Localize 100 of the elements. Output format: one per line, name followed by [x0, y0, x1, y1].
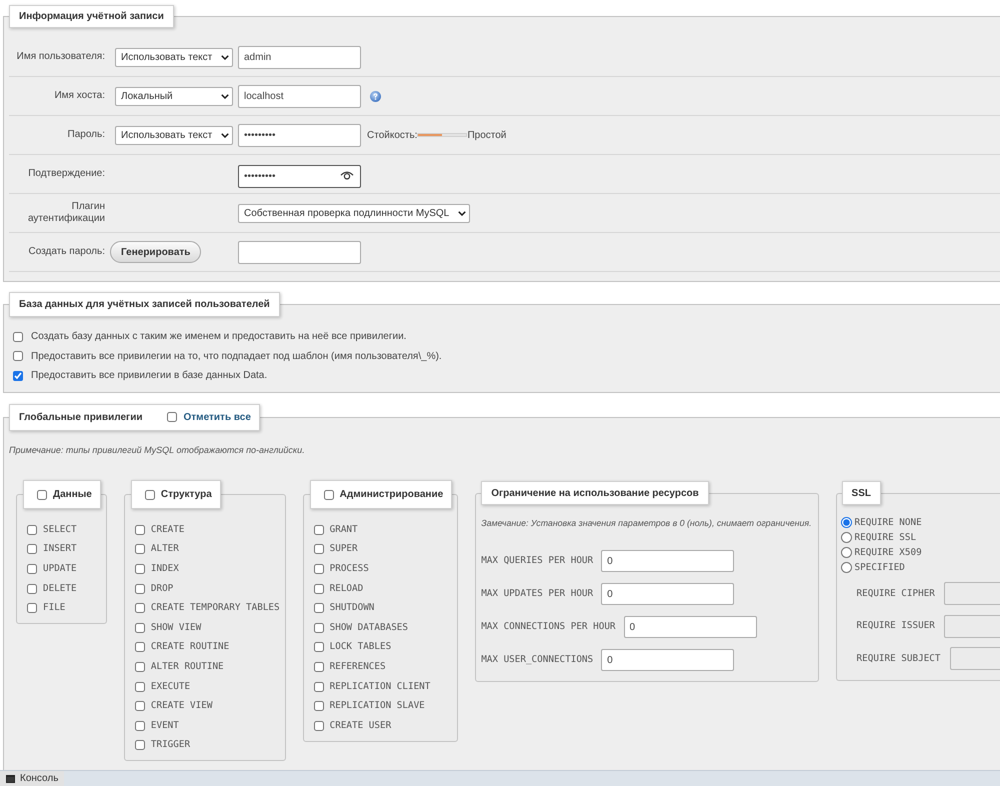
- privilege-label: CREATE VIEW: [150, 699, 212, 714]
- privilege-label: RELOAD: [330, 582, 364, 596]
- checkbox[interactable]: [134, 603, 145, 614]
- checkbox[interactable]: [27, 524, 37, 535]
- checkbox[interactable]: [134, 662, 145, 672]
- limit-field[interactable]: 0: [601, 583, 734, 606]
- field-label: Создать пароль:: [28, 246, 105, 258]
- checkbox[interactable]: [314, 720, 324, 731]
- checkbox[interactable]: [134, 544, 145, 554]
- limit-label: MAX CONNECTIONS PER HOUR: [481, 620, 616, 634]
- radio-label: REQUIRE NONE: [854, 516, 922, 530]
- checkbox[interactable]: [314, 642, 324, 652]
- checkbox[interactable]: [314, 622, 324, 633]
- text-field[interactable]: admin: [238, 46, 361, 68]
- checkbox[interactable]: [27, 603, 37, 614]
- group-title: Администрирование: [340, 488, 444, 502]
- privilege-label: DELETE: [43, 582, 77, 596]
- option-label: Предоставить все привилегии на то, что подпадает под шаблон (имя пользователя\_%).: [31, 350, 442, 364]
- privilege-label: UPDATE: [43, 562, 77, 576]
- field-label: Имя пользователя:: [16, 51, 105, 63]
- checkbox[interactable]: [166, 412, 176, 422]
- checkbox[interactable]: [324, 490, 334, 500]
- radio-button[interactable]: [840, 562, 852, 573]
- dropdown[interactable]: Использовать текст: [115, 126, 233, 144]
- limit-field[interactable]: 0: [601, 649, 734, 672]
- privilege-label: INDEX: [150, 562, 179, 576]
- privilege-label: REFERENCES: [330, 660, 386, 674]
- group-title: Структура: [160, 488, 212, 502]
- checkbox[interactable]: [314, 524, 324, 535]
- checkbox[interactable]: [27, 564, 37, 574]
- limit-field[interactable]: 0: [601, 550, 734, 572]
- help-icon[interactable]: [370, 90, 381, 102]
- chevron-down-icon: [221, 132, 229, 138]
- section-title: Информация учётной записи: [9, 5, 174, 28]
- generate-button[interactable]: Генерировать: [110, 241, 202, 263]
- privilege-label: ALTER ROUTINE: [150, 660, 224, 674]
- checkbox[interactable]: [314, 603, 324, 614]
- privilege-label: EXECUTE: [150, 680, 190, 694]
- section-title: Ограничение на использование ресурсов: [481, 481, 709, 505]
- checkbox[interactable]: [13, 351, 23, 362]
- checkbox[interactable]: [314, 662, 324, 672]
- ssl-field-label: REQUIRE ISSUER: [856, 619, 935, 633]
- radio-button[interactable]: [840, 532, 852, 543]
- dropdown[interactable]: Использовать текст: [115, 48, 233, 66]
- ssl-field-label: REQUIRE SUBJECT: [856, 652, 940, 666]
- option-label: Предоставить все привилегии в базе данных Data.: [31, 369, 268, 384]
- eye-icon[interactable]: [340, 170, 354, 180]
- privilege-label: SUPER: [330, 542, 358, 556]
- text-field[interactable]: [238, 240, 361, 264]
- console-tab[interactable]: Консоль: [0, 771, 64, 786]
- radio-button[interactable]: [840, 547, 852, 558]
- radio-button[interactable]: [840, 517, 852, 528]
- note-text: Замечание: Установка значения параметров в 0 (ноль), снимает ограничения.: [481, 517, 812, 530]
- privilege-label: CREATE TEMPORARY TABLES: [150, 601, 280, 616]
- section-title: Глобальные привилегии: [19, 410, 142, 424]
- privilege-label: SHOW DATABASES: [330, 620, 408, 635]
- privilege-label: LOCK TABLES: [330, 640, 392, 654]
- checkbox[interactable]: [314, 584, 324, 594]
- checkbox[interactable]: [13, 332, 23, 342]
- checkbox[interactable]: [134, 682, 145, 692]
- checkbox[interactable]: [37, 490, 47, 500]
- checkbox[interactable]: [27, 544, 37, 554]
- check-all-link[interactable]: Отметить все: [184, 410, 251, 424]
- checkbox[interactable]: [134, 740, 145, 750]
- checkbox[interactable]: [134, 584, 145, 594]
- privilege-label: PROCESS: [330, 562, 369, 576]
- checkbox[interactable]: [13, 370, 23, 381]
- checkbox[interactable]: [134, 642, 145, 652]
- checkbox[interactable]: [134, 524, 145, 535]
- privilege-label: CREATE USER: [330, 718, 392, 733]
- checkbox[interactable]: [314, 682, 324, 692]
- chevron-down-icon: [221, 54, 229, 60]
- group-title: Данные: [53, 488, 92, 502]
- checkbox[interactable]: [134, 720, 145, 731]
- privilege-label: REPLICATION CLIENT: [330, 680, 430, 694]
- limit-label: MAX QUERIES PER HOUR: [481, 554, 594, 568]
- checkbox[interactable]: [27, 584, 37, 594]
- terminal-icon: [6, 774, 15, 782]
- password-field[interactable]: •••••••••: [238, 124, 361, 146]
- checkbox[interactable]: [134, 622, 145, 633]
- checkbox[interactable]: [314, 544, 324, 554]
- section-title: База данных для учётных записей пользователей: [9, 292, 280, 317]
- chevron-down-icon: [458, 210, 466, 216]
- privilege-label: ALTER: [150, 542, 179, 556]
- field-label: Подтверждение:: [27, 168, 105, 180]
- checkbox[interactable]: [134, 564, 145, 574]
- checkbox[interactable]: [314, 701, 324, 712]
- privilege-label: TRIGGER: [150, 738, 190, 752]
- privilege-label: EVENT: [150, 718, 179, 733]
- limit-field[interactable]: 0: [624, 616, 757, 638]
- checkbox[interactable]: [314, 564, 324, 574]
- field-label: Плагин аутентификации: [26, 201, 105, 225]
- text-field[interactable]: localhost: [238, 84, 361, 108]
- section-title: SSL: [842, 481, 881, 505]
- password-field[interactable]: •••••••••: [238, 164, 361, 188]
- checkbox[interactable]: [144, 490, 155, 500]
- dropdown[interactable]: Локальный: [115, 86, 233, 106]
- privilege-label: DROP: [150, 582, 174, 596]
- dropdown[interactable]: Собственная проверка подлинности MySQL: [238, 204, 470, 222]
- checkbox[interactable]: [134, 701, 145, 712]
